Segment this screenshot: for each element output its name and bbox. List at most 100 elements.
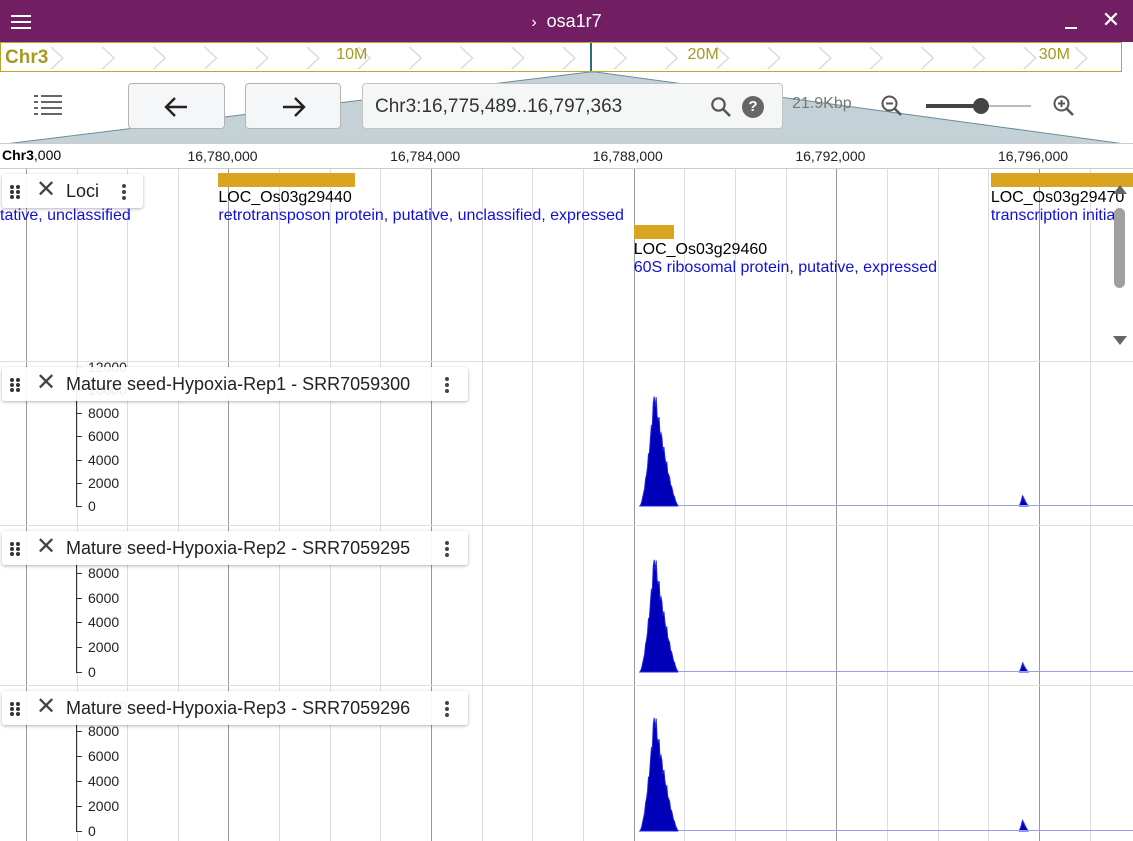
overview-chevron [460,46,474,70]
overview-chevron [204,46,218,70]
track-selector-icon[interactable] [34,92,62,116]
axis-tick-label: 2000 [88,474,120,491]
axis-tick-label: 8000 [88,564,120,581]
gene-feature-name[interactable]: LOC_Os03g29470 [991,189,1124,207]
axis-tick-label: 0 [88,823,96,839]
coverage-peak-small[interactable] [1018,819,1030,832]
ruler-tick-label: 16,780,000 [187,148,258,164]
overview-scale-bar[interactable]: Chr3 10M 20M 30M [0,42,1122,72]
axis-tick-label: 8000 [88,405,120,422]
close-track-icon[interactable]: ✕ [36,695,56,719]
gene-feature-name[interactable]: LOC_Os03g29440 [218,189,351,207]
session-title[interactable]: › osa1r7 [0,11,1133,32]
axis-tick [76,413,82,415]
drag-handle-icon[interactable] [9,701,21,717]
scroll-thumb[interactable] [1114,208,1125,288]
overview-tick-label: 10M [336,46,368,63]
ruler-tick-label: 16,792,000 [795,148,866,164]
scroll-down-icon[interactable] [1113,336,1127,345]
drag-handle-icon[interactable] [9,184,21,200]
gene-feature-name[interactable]: LOC_Os03g29460 [634,241,767,259]
app-titlebar: › osa1r7 ✕ [0,0,1133,42]
ruler-chromosome-label: Chr3,000 [2,147,63,163]
zoom-in-icon[interactable] [1051,93,1077,119]
axis-tick [76,482,82,484]
gene-feature-description[interactable]: retrotransposon protein, putative, uncla… [218,207,624,225]
scroll-left-button[interactable] [128,83,225,129]
overview-chevron [511,46,525,70]
gene-feature-bar[interactable] [633,225,675,239]
axis-tick-label: 8000 [88,723,120,739]
search-icon[interactable] [709,95,733,119]
axis-tick [76,572,82,574]
help-icon[interactable]: ? [742,96,764,118]
close-track-icon[interactable]: ✕ [36,535,56,559]
location-search-field[interactable]: Chr3:16,775,489..16,797,363 ? [362,83,783,129]
zoom-out-icon[interactable] [879,93,905,119]
overview-chevron [562,46,576,70]
overview-chevron [1023,46,1037,70]
drag-handle-icon[interactable] [9,377,21,393]
session-name: osa1r7 [546,11,602,31]
close-track-icon[interactable]: ✕ [36,178,56,202]
coverage-peak[interactable] [638,396,679,507]
track-menu-icon[interactable] [443,376,451,394]
axis-tick-label: 0 [88,498,96,514]
loci-track[interactable]: ✕ Loci tative, unclassified LOC_Os03g2944… [0,169,1133,362]
axis-tick [76,506,82,507]
coverage-track-label: ✕ Mature seed-Hypoxia-Rep2 - SRR7059295 [2,531,468,565]
overview-chevron [101,46,116,70]
overview-chevron [152,46,167,70]
coordinate-ruler[interactable]: 16,780,000 16,784,000 16,788,000 16,792,000… [0,143,1133,169]
overview-chevron [664,46,679,70]
axis-tick-label: 0 [88,664,96,680]
location-value[interactable]: Chr3:16,775,489..16,797,363 [375,96,622,118]
overview-tick-label: 20M [687,46,719,63]
track-name: Mature seed-Hypoxia-Rep3 - SRR7059296 [66,698,411,718]
track-menu-icon[interactable] [443,540,451,558]
overview-chevron [869,46,884,70]
coverage-peak-small[interactable] [1018,661,1030,673]
overview-chevron [767,46,781,70]
scroll-right-button[interactable] [245,83,341,129]
overview-chevron [408,46,423,70]
axis-tick [76,781,82,782]
coverage-track[interactable]: ✕Mature seed-Hypoxia-Rep3 - SRR705929610… [0,686,1133,841]
track-menu-icon[interactable] [443,700,451,718]
axis-tick-label: 6000 [88,589,120,606]
track-name: Mature seed-Hypoxia-Rep2 - SRR7059295 [66,538,411,558]
coverage-track[interactable]: ✕Mature seed-Hypoxia-Rep2 - SRR705929510… [0,526,1133,686]
scroll-up-icon[interactable] [1113,185,1127,194]
zoom-slider[interactable] [926,97,1031,115]
coverage-track[interactable]: ✕Mature seed-Hypoxia-Rep1 - SRR705930012… [0,362,1133,526]
drag-handle-icon[interactable] [9,541,21,557]
axis-tick [76,806,82,807]
gene-feature-description[interactable]: 60S ribosomal protein, putative, express… [634,259,937,277]
track-menu-icon[interactable] [120,183,128,201]
arrow-left-icon [164,97,187,117]
view-width-label: 21.9Kbp [792,95,852,112]
gene-feature-description[interactable]: transcription initia [991,207,1116,225]
coverage-peak-small[interactable] [1018,494,1030,507]
coverage-peak[interactable] [638,717,679,832]
track-name: Loci [66,181,100,201]
coverage-peak[interactable] [638,559,679,673]
ruler-left-fragment: ,000 [33,147,62,163]
close-view-icon[interactable]: ✕ [1100,8,1122,32]
overview-chevron [920,46,935,70]
tracks-container[interactable]: ✕ Loci tative, unclassified LOC_Os03g2944… [0,169,1133,841]
overview-chevron [50,46,64,70]
loci-track-scrollbar[interactable] [1110,182,1130,348]
gene-feature-bar[interactable] [218,173,356,187]
overview-chevron [1074,46,1088,70]
gene-feature-description[interactable]: tative, unclassified [0,207,131,225]
overview-chevron [972,46,986,70]
ruler-chromosome-name: Chr3 [2,147,34,163]
minimize-icon[interactable] [1060,8,1082,32]
chevron-right-icon: › [531,14,537,31]
axis-tick [76,597,82,599]
axis-tick [76,436,82,438]
axis-tick [76,647,82,649]
close-track-icon[interactable]: ✕ [36,371,56,395]
zoom-slider-thumb[interactable] [972,98,989,114]
